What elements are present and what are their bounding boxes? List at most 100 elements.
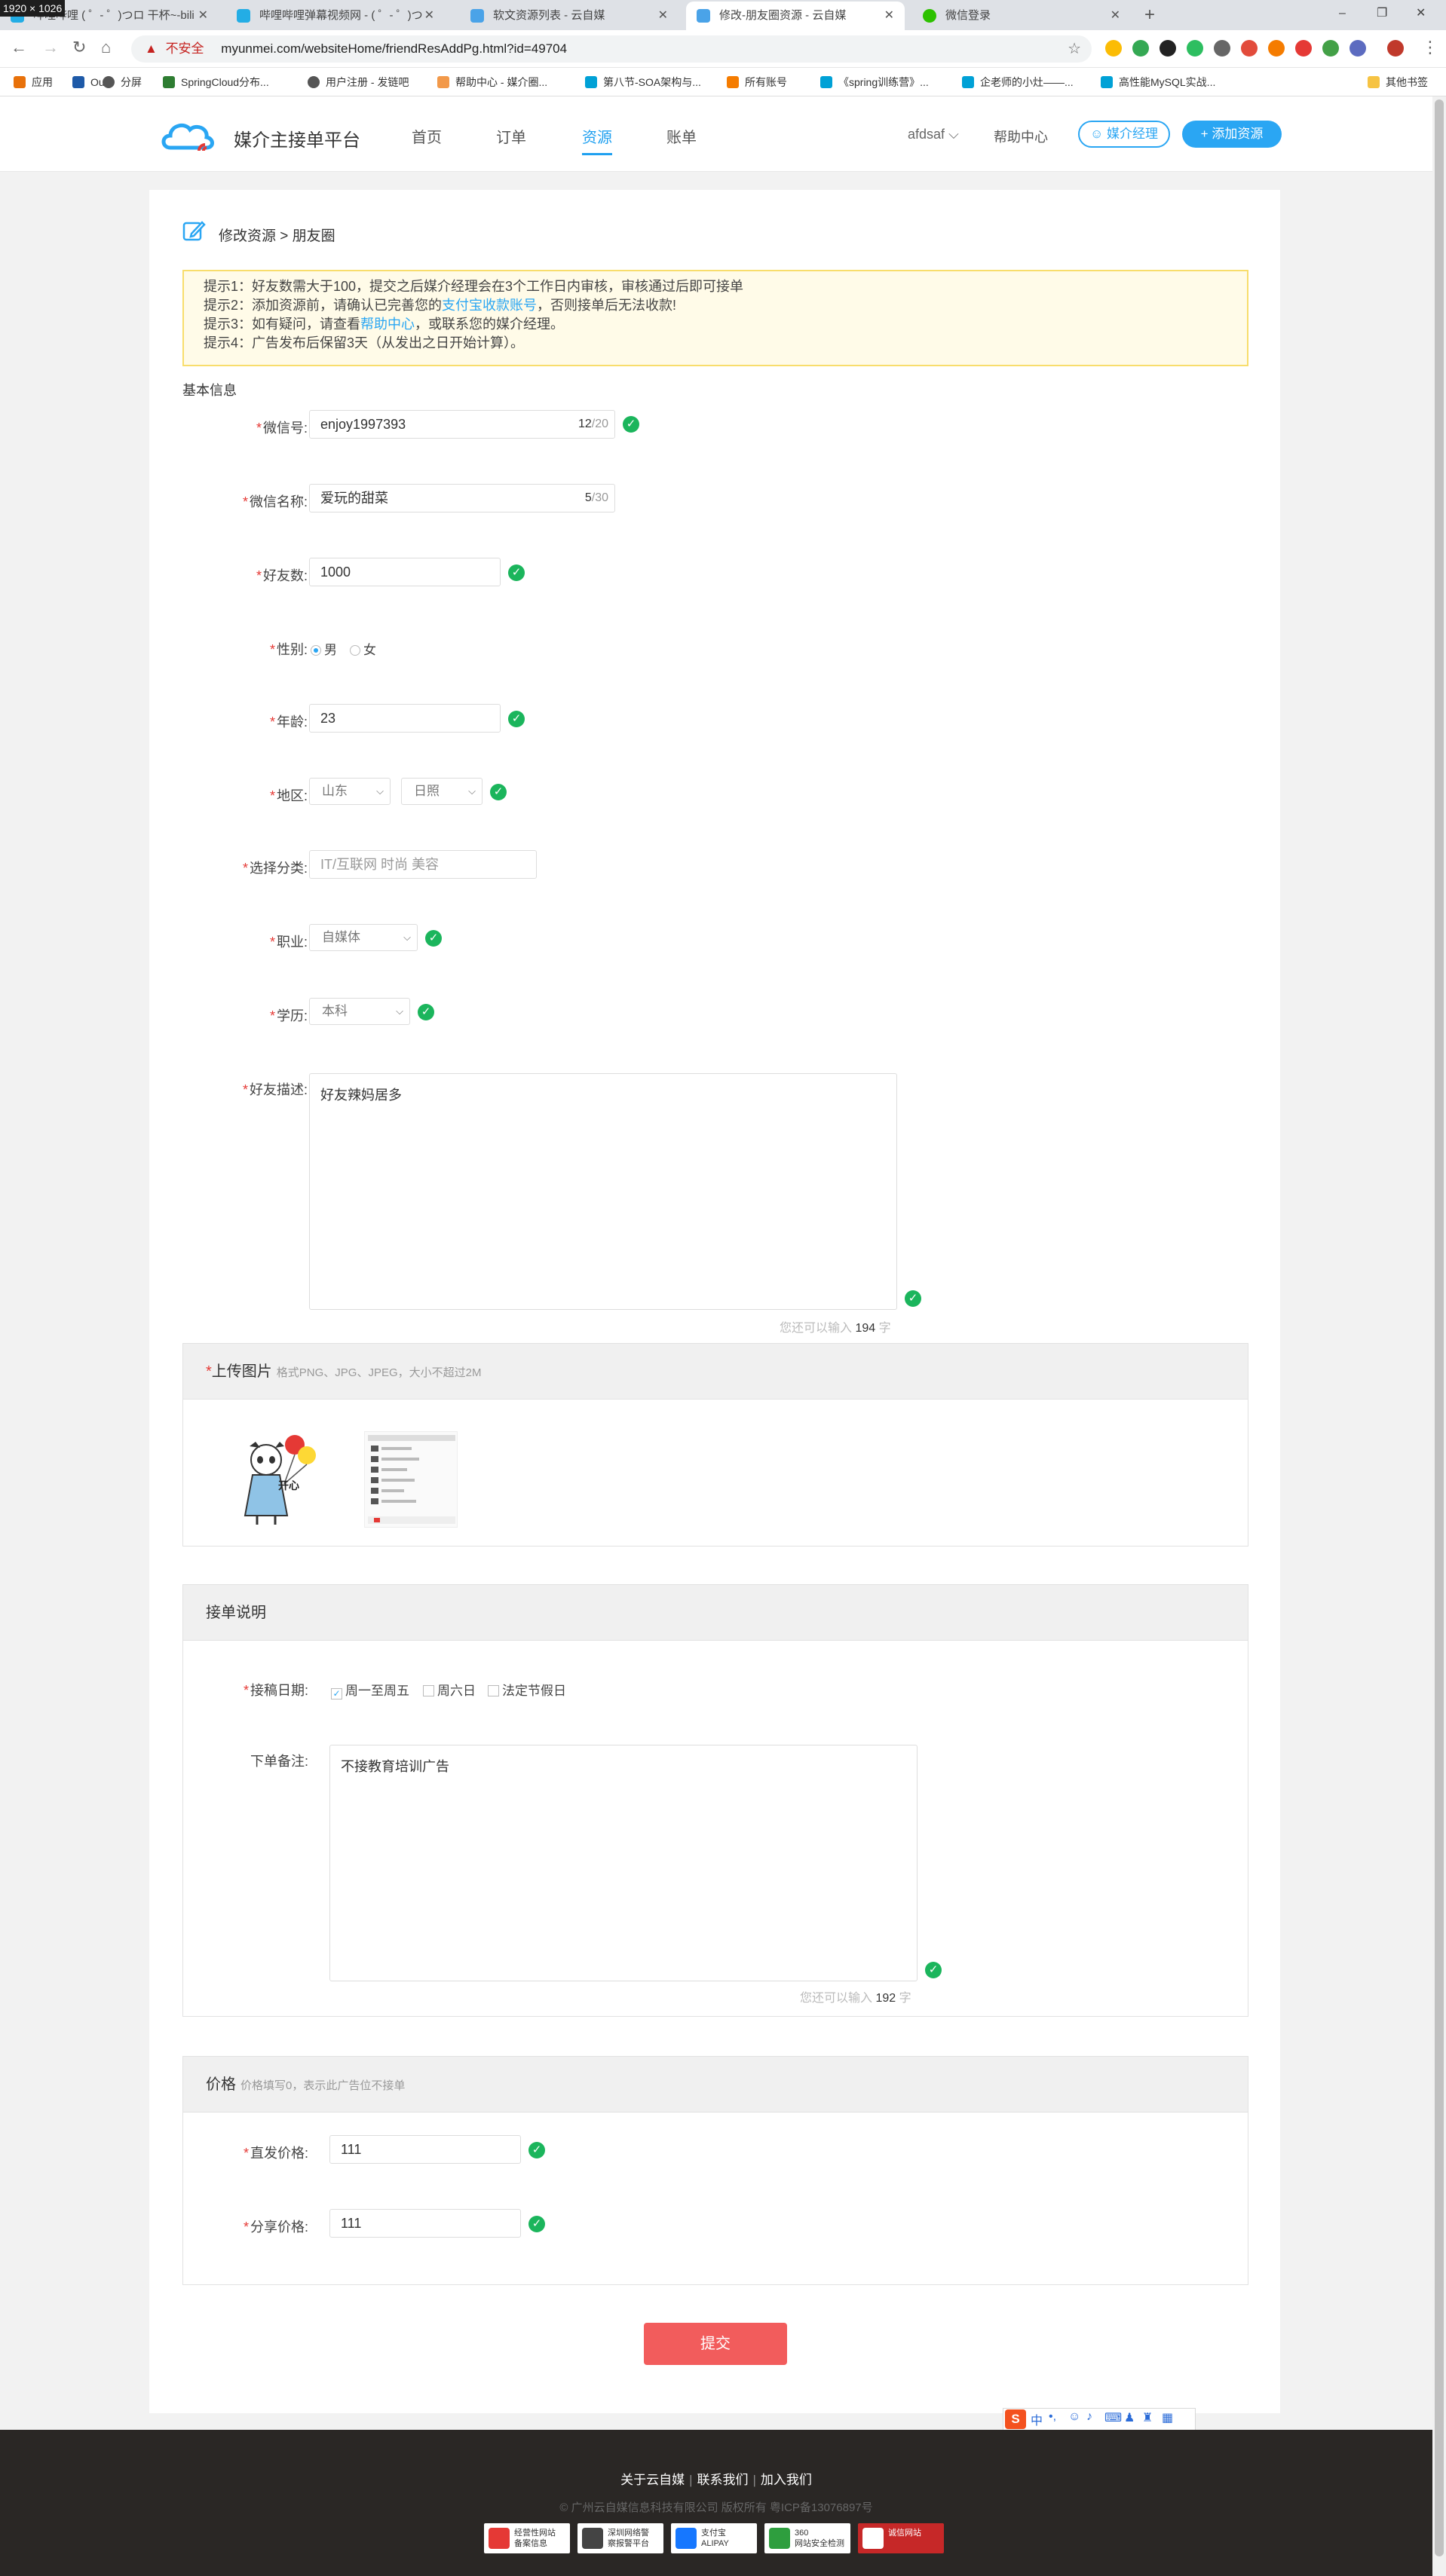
help-center-tip-link[interactable]: 帮助中心 (360, 317, 415, 332)
help-center-link[interactable]: 帮助中心 (994, 127, 1048, 146)
new-tab-button[interactable]: + (1144, 2, 1155, 29)
bookmark-item[interactable]: Ou (72, 68, 105, 96)
bookmark-item[interactable]: 高性能MySQL实战... (1101, 68, 1215, 96)
weekday-checkbox[interactable]: ✓ 周一至周五 (331, 1680, 409, 1699)
check-icon: ✓ (905, 1290, 921, 1307)
extension-icon[interactable] (1132, 40, 1149, 57)
evernote-icon[interactable] (1187, 40, 1203, 57)
footer-badge[interactable]: 深圳网络警 察报警平台 (577, 2523, 663, 2553)
age-input[interactable]: 23 (309, 704, 501, 733)
education-select[interactable]: 本科 ⌵ (309, 998, 410, 1025)
back-icon[interactable]: ← (11, 38, 27, 57)
address-bar[interactable]: ▲ 不安全 myunmei.com/websiteHome/friendResA… (131, 35, 1092, 63)
extension-icon[interactable] (1295, 40, 1312, 57)
chinese-mode-icon[interactable]: 中 (1031, 2410, 1043, 2428)
window-close-button[interactable]: ✕ (1416, 0, 1426, 27)
reload-icon[interactable]: ↻ (72, 38, 86, 57)
holiday-checkbox[interactable]: 法定节假日 (488, 1680, 566, 1699)
menu-icon[interactable]: ⋮ (1422, 38, 1438, 57)
close-icon[interactable]: ✕ (884, 2, 894, 30)
footer-badge[interactable]: 诚信网站 (858, 2523, 944, 2553)
star-icon[interactable]: ☆ (1068, 35, 1081, 63)
user-menu[interactable]: afdsaf ⌵ (908, 127, 959, 142)
extension-icon[interactable] (1268, 40, 1285, 57)
folder-icon (1368, 76, 1380, 88)
description-textarea[interactable]: 好友辣妈居多 (309, 1073, 897, 1310)
close-icon[interactable]: ✕ (1111, 2, 1120, 30)
bookmark-item[interactable]: 第八节-SOA架构与... (585, 68, 701, 96)
browser-tab[interactable]: 软文资源列表 - 云自媒 ✕ (460, 2, 679, 30)
close-icon[interactable]: ✕ (658, 2, 668, 30)
footer-badge[interactable]: 经营性网站 备案信息 (484, 2523, 570, 2553)
bookmark-item[interactable]: 《spring训练营》... (820, 68, 929, 96)
nav-resources[interactable]: 资源 (582, 125, 612, 155)
browser-tab-active[interactable]: 修改-朋友圈资源 - 云自媒 ✕ (686, 2, 905, 30)
keyboard-icon[interactable]: ⌨ (1104, 2410, 1122, 2425)
friends-count-input[interactable]: 1000 (309, 558, 501, 586)
close-icon[interactable]: ✕ (424, 2, 434, 30)
footer-join-link[interactable]: 加入我们 (761, 2473, 812, 2487)
submit-button[interactable]: 提交 (644, 2323, 787, 2365)
forward-icon[interactable]: → (42, 38, 59, 57)
check-icon: ✓ (925, 1962, 942, 1978)
user-icon[interactable]: ♟ (1124, 2410, 1135, 2425)
direct-price-input[interactable]: 111 (329, 2135, 521, 2164)
grid-icon[interactable]: ▦ (1162, 2410, 1173, 2425)
close-icon[interactable]: ✕ (198, 2, 208, 30)
shield-icon[interactable] (1322, 40, 1339, 57)
wechat-id-input[interactable]: enjoy1997393 12/20 (309, 410, 615, 439)
minimize-button[interactable]: – (1339, 0, 1346, 27)
city-select[interactable]: 日照 ⌵ (401, 778, 483, 805)
home-icon[interactable]: ⌂ (101, 38, 111, 57)
province-select[interactable]: 山东 ⌵ (309, 778, 391, 805)
add-resource-button[interactable]: + 添加资源 (1182, 121, 1282, 148)
shirt-icon[interactable]: ♜ (1142, 2410, 1153, 2425)
footer-about-link[interactable]: 关于云自媒 (620, 2473, 685, 2487)
uploaded-image-thumbnail[interactable]: 开心 (236, 1431, 319, 1528)
bookmark-item[interactable]: SpringCloud分布... (163, 68, 269, 96)
avatar[interactable] (1387, 40, 1404, 57)
vertical-scrollbar[interactable] (1432, 96, 1446, 2576)
chrome-extension-icon[interactable] (1105, 40, 1122, 57)
alipay-account-link[interactable]: 支付宝收款账号 (442, 298, 537, 313)
nav-home[interactable]: 首页 (412, 125, 442, 147)
footer-badge[interactable]: 360 网站安全检测 (764, 2523, 850, 2553)
scrollbar-thumb[interactable] (1435, 99, 1444, 2556)
bookmark-item[interactable]: 帮助中心 - 媒介圈... (437, 68, 547, 96)
bookmark-item[interactable]: 企老师的小灶——... (962, 68, 1074, 96)
uploaded-screenshot-thumbnail[interactable] (364, 1431, 458, 1528)
bookmark-item[interactable]: 所有账号 (727, 68, 787, 96)
footer-badge[interactable]: 支付宝 ALIPAY (671, 2523, 757, 2553)
remark-textarea[interactable]: 不接教育培训广告 (329, 1745, 918, 1981)
check-icon: ✓ (425, 930, 442, 947)
punctuation-icon[interactable]: •, (1049, 2410, 1056, 2424)
nav-orders[interactable]: 订单 (496, 125, 526, 147)
media-manager-button[interactable]: ☺ 媒介经理 (1078, 121, 1170, 148)
bookmark-item[interactable]: 用户注册 - 发链吧 (308, 68, 409, 96)
bookmark-item[interactable]: 应用 (14, 68, 53, 96)
category-input[interactable]: IT/互联网 时尚 美容 (309, 850, 537, 879)
gender-male-radio[interactable]: 男 (311, 639, 337, 658)
maximize-button[interactable]: ❐ (1377, 0, 1387, 27)
browser-tab[interactable]: 微信登录 ✕ (912, 2, 1131, 30)
gender-female-radio[interactable]: 女 (350, 639, 376, 658)
browser-tab[interactable]: 哔哩哔哩弹幕视频网 - ( ゜- ゜)つ ✕ (226, 2, 445, 30)
section-basic-title: 基本信息 (182, 383, 237, 398)
share-price-input[interactable]: 111 (329, 2209, 521, 2238)
footer-contact-link[interactable]: 联系我们 (697, 2473, 749, 2487)
extension-icon[interactable] (1241, 40, 1258, 57)
extension-icon[interactable] (1349, 40, 1366, 57)
bookmark-item[interactable]: 分屏 (103, 68, 142, 96)
ime-toolbar[interactable]: S 中 •, ☺ ♪ ⌨ ♟ ♜ ▦ (1003, 2408, 1196, 2431)
extension-icon[interactable] (1160, 40, 1176, 57)
extension-icon[interactable] (1214, 40, 1230, 57)
microphone-icon[interactable]: ♪ (1086, 2410, 1092, 2424)
weekend-checkbox[interactable]: 周六日 (423, 1680, 476, 1699)
wechat-name-input[interactable]: 爱玩的甜菜 5/30 (309, 484, 615, 512)
emoji-icon[interactable]: ☺ (1068, 2410, 1080, 2424)
check-icon: ✓ (528, 2216, 545, 2232)
nav-bills[interactable]: 账单 (666, 125, 697, 147)
occupation-select[interactable]: 自媒体 ⌵ (309, 924, 418, 951)
edit-icon (182, 221, 206, 241)
bookmark-item[interactable]: 其他书签 (1368, 68, 1428, 96)
